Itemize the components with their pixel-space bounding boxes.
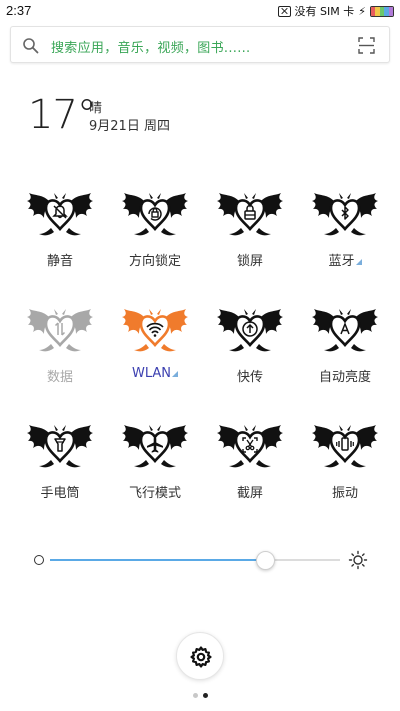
toggle-label-text: 锁屏 bbox=[236, 254, 263, 269]
toggle-label-text: 快传 bbox=[236, 370, 263, 385]
wifi-icon bbox=[120, 308, 190, 354]
brightness-slider-thumb[interactable] bbox=[255, 551, 275, 570]
mobile-data-icon bbox=[25, 308, 95, 354]
rotation-lock-icon bbox=[120, 192, 190, 238]
battery-icon bbox=[370, 5, 394, 17]
charging-bolt-icon: ⚡ bbox=[358, 4, 366, 18]
toggle-quick-transfer[interactable]: 快传 bbox=[205, 308, 295, 398]
toggle-rotation-lock[interactable]: 方向锁定 bbox=[110, 192, 200, 282]
toggle-label-text: WLAN bbox=[131, 366, 171, 381]
toggle-label: 数据 bbox=[15, 366, 105, 385]
toggle-label: 手电筒 bbox=[15, 482, 105, 501]
status-time: 2:37 bbox=[6, 3, 32, 18]
toggle-mute-bell[interactable]: 静音 bbox=[15, 192, 105, 282]
toggle-label-text: 飞行模式 bbox=[128, 486, 181, 501]
toggle-label: 振动 bbox=[300, 482, 390, 501]
more-options-indicator bbox=[172, 371, 178, 377]
airplane-icon bbox=[120, 424, 190, 470]
toggle-label: 蓝牙 bbox=[300, 250, 390, 269]
search-bar[interactable]: 搜索应用，音乐，视频，图书...... bbox=[10, 26, 390, 63]
toggle-label-text: 振动 bbox=[331, 486, 358, 501]
brightness-control bbox=[30, 548, 370, 572]
carrier-text: 没有 SIM 卡 bbox=[294, 5, 355, 18]
auto-brightness-icon bbox=[310, 308, 380, 354]
toggle-wifi[interactable]: WLAN bbox=[110, 308, 200, 398]
flashlight-icon bbox=[25, 424, 95, 470]
quick-transfer-icon bbox=[215, 308, 285, 354]
gear-icon bbox=[190, 646, 212, 668]
toggle-label: 锁屏 bbox=[205, 250, 295, 269]
more-options-indicator bbox=[355, 259, 362, 265]
toggle-label-text: 静音 bbox=[46, 254, 73, 269]
brightness-high-icon bbox=[348, 550, 368, 570]
status-bar: 2:37 没有 SIM 卡 ⚡ bbox=[0, 0, 400, 22]
brightness-slider[interactable] bbox=[50, 551, 340, 570]
toggle-label: 静音 bbox=[15, 250, 105, 269]
search-icon bbox=[23, 38, 39, 54]
toggle-label: 截屏 bbox=[205, 482, 295, 501]
lock-screen-icon bbox=[215, 192, 285, 238]
toggle-label-text: 数据 bbox=[46, 370, 73, 385]
toggle-mobile-data[interactable]: 数据 bbox=[15, 308, 105, 398]
mute-bell-icon bbox=[25, 192, 95, 238]
status-indicators: 没有 SIM 卡 ⚡ bbox=[277, 3, 394, 19]
page-indicator bbox=[0, 693, 400, 698]
toggle-label-text: 方向锁定 bbox=[128, 254, 181, 269]
toggle-label: 飞行模式 bbox=[110, 482, 200, 501]
bluetooth-icon bbox=[310, 192, 380, 238]
toggle-lock-screen[interactable]: 锁屏 bbox=[205, 192, 295, 282]
toggle-label: WLAN bbox=[110, 366, 200, 381]
no-sim-icon bbox=[277, 5, 291, 17]
brightness-slider-fill bbox=[50, 559, 265, 561]
settings-button[interactable] bbox=[176, 632, 224, 680]
toggle-flashlight[interactable]: 手电筒 bbox=[15, 424, 105, 514]
toggle-auto-brightness[interactable]: 自动亮度 bbox=[300, 308, 390, 398]
search-placeholder[interactable]: 搜索应用，音乐，视频，图书...... bbox=[51, 37, 251, 56]
weather-date: 9月21日 周四 bbox=[89, 119, 170, 134]
toggle-label-text: 手电筒 bbox=[40, 486, 80, 501]
page-dot bbox=[202, 693, 208, 698]
toggle-label-text: 截屏 bbox=[236, 486, 263, 501]
toggle-label: 自动亮度 bbox=[300, 366, 390, 385]
toggle-label-text: 自动亮度 bbox=[318, 370, 371, 385]
screenshot-icon bbox=[215, 424, 285, 470]
toggle-vibrate[interactable]: 振动 bbox=[300, 424, 390, 514]
toggle-label: 方向锁定 bbox=[110, 250, 200, 269]
temperature: 17° bbox=[28, 92, 97, 138]
toggle-label-text: 蓝牙 bbox=[328, 254, 355, 269]
page-dot bbox=[192, 693, 198, 698]
weather-condition: 晴 bbox=[89, 101, 103, 116]
toggle-screenshot[interactable]: 截屏 bbox=[205, 424, 295, 514]
toggle-bluetooth[interactable]: 蓝牙 bbox=[300, 192, 390, 282]
toggle-airplane[interactable]: 飞行模式 bbox=[110, 424, 200, 514]
brightness-low-icon bbox=[34, 555, 44, 565]
toggle-label: 快传 bbox=[205, 366, 295, 385]
vibrate-icon bbox=[310, 424, 380, 470]
scan-icon[interactable] bbox=[358, 37, 375, 54]
